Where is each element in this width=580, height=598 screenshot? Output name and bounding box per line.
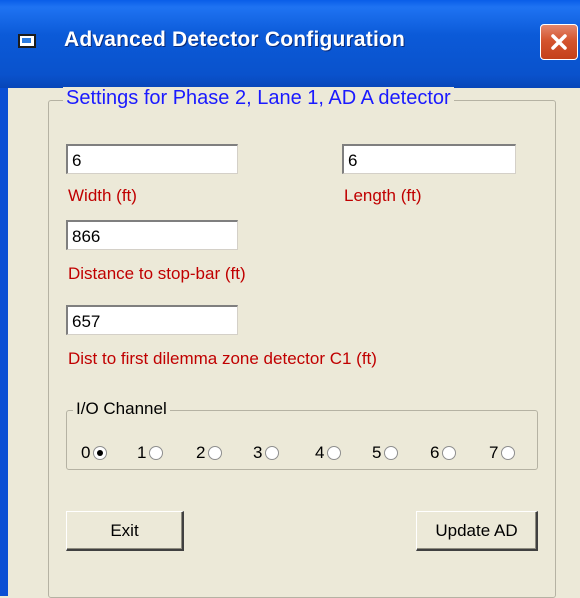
settings-legend: Settings for Phase 2, Lane 1, AD A detec… [63,87,454,110]
radio-label: 5 [372,443,382,462]
io-channel-radio-0[interactable]: 0 [81,443,108,463]
radio-label: 6 [430,443,440,462]
exit-button[interactable]: Exit [66,511,184,551]
update-ad-button[interactable]: Update AD [416,511,538,551]
radio-button-icon[interactable] [442,446,457,460]
radio-button-icon[interactable] [93,446,108,460]
radio-button-icon[interactable] [327,446,342,460]
radio-label: 2 [196,443,206,462]
distance-input[interactable] [66,220,238,250]
window-border-left [0,88,8,596]
io-channel-radio-5[interactable]: 5 [372,443,399,463]
radio-label: 7 [489,443,499,462]
io-channel-radio-3[interactable]: 3 [253,443,280,463]
length-input[interactable] [342,144,516,174]
dilemma-input[interactable] [66,305,238,335]
io-channel-radio-7[interactable]: 7 [489,443,516,463]
io-channel-legend: I/O Channel [73,399,170,419]
radio-button-icon[interactable] [501,446,516,460]
dilemma-label: Dist to first dilemma zone detector C1 (… [68,349,377,368]
width-input[interactable] [66,144,238,174]
length-label: Length (ft) [344,186,422,205]
window-title: Advanced Detector Configuration [64,28,406,51]
radio-label: 4 [315,443,325,462]
title-bar[interactable]: Advanced Detector Configuration [0,0,580,88]
dialog-window: Advanced Detector Configuration Settings… [0,0,580,598]
io-channel-radio-4[interactable]: 4 [315,443,342,463]
close-icon [551,34,567,50]
io-channel-radio-6[interactable]: 6 [430,443,457,463]
distance-label: Distance to stop-bar (ft) [68,264,246,283]
app-window-icon [18,34,36,48]
radio-label: 1 [137,443,147,462]
close-button[interactable] [540,24,578,60]
io-channel-radio-1[interactable]: 1 [137,443,164,463]
radio-button-icon[interactable] [265,446,280,460]
radio-button-icon[interactable] [208,446,223,460]
width-label: Width (ft) [68,186,137,205]
radio-label: 0 [81,443,91,462]
io-channel-radio-2[interactable]: 2 [196,443,223,463]
radio-button-icon[interactable] [384,446,399,460]
radio-button-icon[interactable] [149,446,164,460]
radio-label: 3 [253,443,263,462]
